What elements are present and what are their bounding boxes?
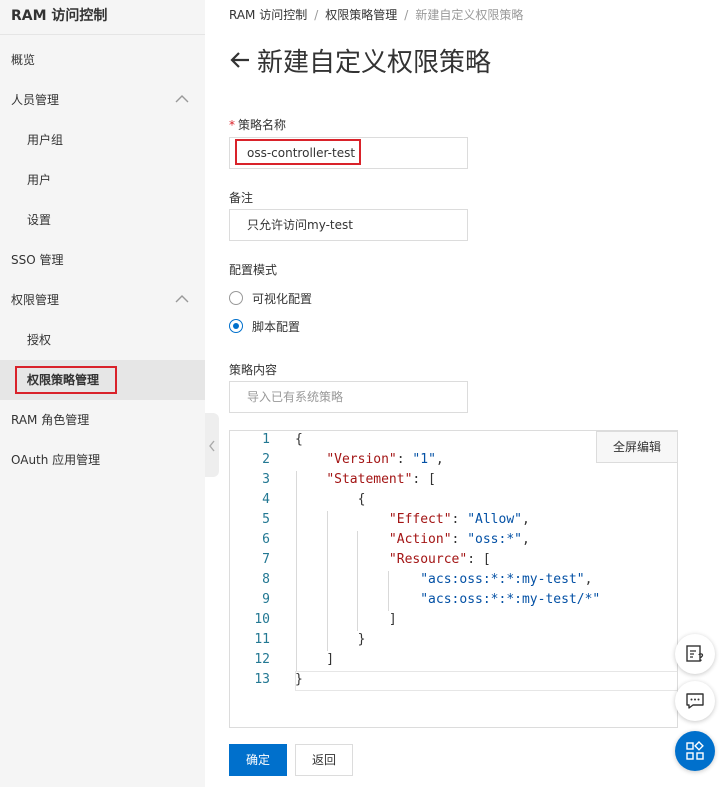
sidebar-item-label: 权限管理 <box>11 293 60 307</box>
sidebar-item-grants[interactable]: 授权 <box>0 320 205 360</box>
sidebar-item-label: 用户 <box>27 173 52 187</box>
config-mode-label: 配置模式 <box>229 263 278 277</box>
sidebar-item-user-groups[interactable]: 用户组 <box>0 120 205 160</box>
code-line: "Version": "1", <box>326 452 444 467</box>
chevron-up-icon <box>175 280 189 320</box>
line-number: 7 <box>262 552 270 567</box>
sidebar-item-label: OAuth 应用管理 <box>11 453 101 467</box>
back-button[interactable]: 返回 <box>295 744 353 776</box>
breadcrumb: RAM 访问控制 / 权限策略管理 / 新建自定义权限策略 <box>229 8 524 22</box>
radio-label: 脚本配置 <box>252 319 301 334</box>
sidebar-title: RAM 访问控制 <box>11 8 108 24</box>
line-number: 10 <box>254 612 270 627</box>
highlight-box <box>15 366 117 394</box>
line-number: 11 <box>254 632 270 647</box>
sidebar-item-settings[interactable]: 设置 <box>0 200 205 240</box>
radio-label: 可视化配置 <box>252 291 313 306</box>
chevron-left-icon <box>209 440 215 452</box>
code-line: } <box>295 672 303 687</box>
code-line: "acs:oss:*:*:my-test/*" <box>420 592 601 607</box>
confirm-button[interactable]: 确定 <box>229 744 287 776</box>
sidebar-item-policies[interactable]: 权限策略管理 <box>0 360 205 400</box>
chat-icon <box>686 693 704 709</box>
sidebar-collapse-handle[interactable] <box>205 413 219 477</box>
line-number: 6 <box>262 532 270 547</box>
code-line: "Action": "oss:*", <box>388 532 530 547</box>
fullscreen-edit-button[interactable]: 全屏编辑 <box>596 431 677 463</box>
code-line: "acs:oss:*:*:my-test", <box>420 572 593 587</box>
page-header: 新建自定义权限策略 <box>229 42 491 78</box>
radio-circle-selected <box>229 319 243 333</box>
chat-button[interactable] <box>675 681 715 721</box>
note-label: 备注 <box>229 191 254 205</box>
sidebar-item-oauth-apps[interactable]: OAuth 应用管理 <box>0 440 205 480</box>
line-number: 4 <box>262 492 270 507</box>
code-line: } <box>295 632 366 647</box>
sidebar-item-label: 用户组 <box>27 133 64 147</box>
line-number: 2 <box>262 452 270 467</box>
code-line: "Resource": [ <box>388 552 491 567</box>
sidebar-item-label: 人员管理 <box>11 93 60 107</box>
code-line: "Statement": [ <box>326 472 436 487</box>
import-policy-select[interactable]: 导入已有系统策略 <box>229 381 468 413</box>
line-number: 3 <box>262 472 270 487</box>
radio-script-config[interactable]: 脚本配置 <box>229 318 300 334</box>
sidebar-item-overview[interactable]: 概览 <box>0 40 205 80</box>
sidebar-item-label: RAM 角色管理 <box>11 413 90 427</box>
apps-icon <box>686 741 704 760</box>
line-number: 13 <box>254 672 270 687</box>
current-line-highlight <box>295 671 677 691</box>
sidebar-item-users[interactable]: 用户 <box>0 160 205 200</box>
code-line: { <box>295 492 366 507</box>
line-number: 1 <box>262 432 270 447</box>
sidebar-divider <box>0 34 205 35</box>
sidebar-item-label: SSO 管理 <box>11 253 64 267</box>
breadcrumb-link-ram[interactable]: RAM 访问控制 <box>229 8 307 22</box>
sidebar-item-label: 设置 <box>27 213 52 227</box>
policy-content-label: 策略内容 <box>229 363 278 377</box>
note-input[interactable]: 只允许访问my-test <box>229 209 468 241</box>
radio-visual-config[interactable]: 可视化配置 <box>229 290 312 306</box>
policy-name-label: * 策略名称 <box>229 118 287 132</box>
radio-circle <box>229 291 243 305</box>
code-line: { <box>295 432 303 447</box>
sidebar-group-people[interactable]: 人员管理 <box>0 80 205 120</box>
feedback-edit-icon <box>686 645 704 662</box>
highlight-box <box>235 139 361 165</box>
line-number: 12 <box>254 652 270 667</box>
line-number: 8 <box>262 572 270 587</box>
code-line: ] <box>295 652 335 667</box>
sidebar-item-label: 授权 <box>27 333 52 347</box>
chevron-up-icon <box>175 80 189 120</box>
sidebar: RAM 访问控制 概览 人员管理 用户组 用户 设置 SSO 管理 权限管理 授… <box>0 0 205 787</box>
code-line: "Effect": "Allow", <box>388 512 530 527</box>
sidebar-item-sso[interactable]: SSO 管理 <box>0 240 205 280</box>
code-line: ] <box>295 612 397 627</box>
breadcrumb-link-policies[interactable]: 权限策略管理 <box>325 8 397 22</box>
page-title: 新建自定义权限策略 <box>257 47 492 78</box>
back-arrow-icon[interactable] <box>229 49 251 71</box>
required-mark: * <box>229 118 235 132</box>
sidebar-group-permissions[interactable]: 权限管理 <box>0 280 205 320</box>
feedback-button[interactable] <box>675 634 715 674</box>
line-number: 9 <box>262 592 270 607</box>
code-editor[interactable]: 1 2 3 4 5 6 7 8 9 10 11 12 13 { "Version… <box>229 430 678 728</box>
line-number: 5 <box>262 512 270 527</box>
breadcrumb-current: 新建自定义权限策略 <box>415 8 524 22</box>
sidebar-item-ram-roles[interactable]: RAM 角色管理 <box>0 400 205 440</box>
sidebar-item-label: 概览 <box>11 53 36 67</box>
apps-button[interactable] <box>675 731 715 771</box>
